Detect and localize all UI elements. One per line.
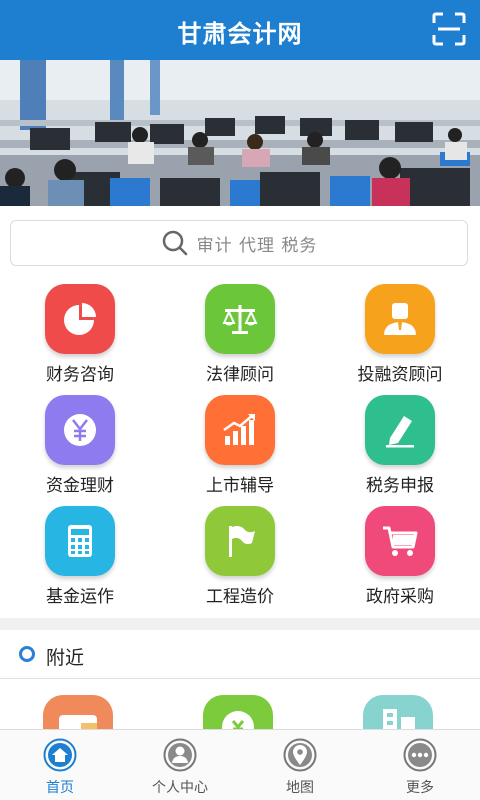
map-pin-icon (283, 738, 317, 772)
search-section: 审计 代理 税务 (0, 206, 480, 280)
service-tile (205, 284, 275, 354)
service-label: 政府采购 (366, 587, 434, 607)
circle-icon (19, 646, 35, 662)
pie-chart-icon (64, 303, 96, 335)
service-legal-advisor[interactable]: 法律顾问 (160, 280, 320, 392)
top-bar: 甘肃会计网 (0, 0, 480, 60)
tab-home[interactable]: 首页 (0, 730, 120, 800)
tab-more[interactable]: 更多 (360, 730, 480, 800)
service-tile (365, 284, 435, 354)
service-tile (365, 395, 435, 465)
service-engineering-cost[interactable]: 工程造价 (160, 502, 320, 614)
service-label: 法律顾问 (206, 365, 274, 385)
service-fund-operation[interactable]: 基金运作 (0, 502, 160, 614)
service-ipo-guidance[interactable]: 上市辅导 (160, 391, 320, 503)
person-icon (384, 303, 416, 335)
service-investment-advisor[interactable]: 投融资顾问 (320, 280, 480, 392)
nearby-tiles (0, 679, 480, 729)
app-title: 甘肃会计网 (177, 20, 303, 48)
building-icon[interactable] (363, 695, 433, 729)
calculator-icon (68, 525, 92, 557)
banner-image[interactable] (0, 60, 480, 206)
coupon-icon[interactable] (203, 695, 273, 729)
service-label: 基金运作 (46, 587, 114, 607)
service-tile (45, 395, 115, 465)
home-icon (43, 738, 77, 772)
classroom-photo (0, 60, 480, 206)
service-government-procurement[interactable]: 政府采购 (320, 502, 480, 614)
search-placeholder: 审计 代理 税务 (196, 235, 318, 256)
tab-label: 首页 (46, 780, 74, 796)
yen-icon (64, 414, 96, 446)
tab-profile[interactable]: 个人中心 (120, 730, 240, 800)
service-tax-filing[interactable]: 税务申报 (320, 391, 480, 503)
service-label: 上市辅导 (206, 476, 274, 496)
scan-icon[interactable] (432, 12, 466, 46)
service-label: 财务咨询 (46, 365, 114, 385)
search-box[interactable]: 审计 代理 税务 (10, 220, 468, 266)
service-tile (45, 506, 115, 576)
service-tile (45, 284, 115, 354)
service-label: 投融资顾问 (357, 365, 443, 385)
bottom-tab-bar: 首页 个人中心 地图 更多 (0, 729, 480, 800)
service-label: 工程造价 (206, 587, 274, 607)
service-label: 税务申报 (366, 476, 434, 496)
bar-chart-up-icon (223, 414, 255, 445)
wallet-icon[interactable] (43, 695, 113, 729)
more-icon (403, 738, 437, 772)
tab-label: 更多 (406, 780, 434, 796)
service-tile (205, 506, 275, 576)
service-tile (205, 395, 275, 465)
service-tile (365, 506, 435, 576)
cart-icon (383, 526, 418, 556)
service-grid: 财务咨询 法律顾问 投融资顾问 资金理财 上市辅导 税务申报 基金运作 工程造价… (0, 276, 480, 618)
user-icon (163, 738, 197, 772)
service-wealth-management[interactable]: 资金理财 (0, 391, 160, 503)
service-label: 资金理财 (46, 476, 114, 496)
scales-icon (222, 305, 258, 334)
tab-map[interactable]: 地图 (240, 730, 360, 800)
nearby-title: 附近 (46, 647, 85, 669)
search-icon (162, 230, 187, 256)
tab-label: 个人中心 (152, 780, 208, 796)
nearby-section-header[interactable]: 附近 (0, 630, 480, 678)
pen-icon (386, 416, 414, 448)
service-financial-consulting[interactable]: 财务咨询 (0, 280, 160, 392)
tab-label: 地图 (286, 780, 314, 796)
flag-icon (229, 526, 255, 557)
